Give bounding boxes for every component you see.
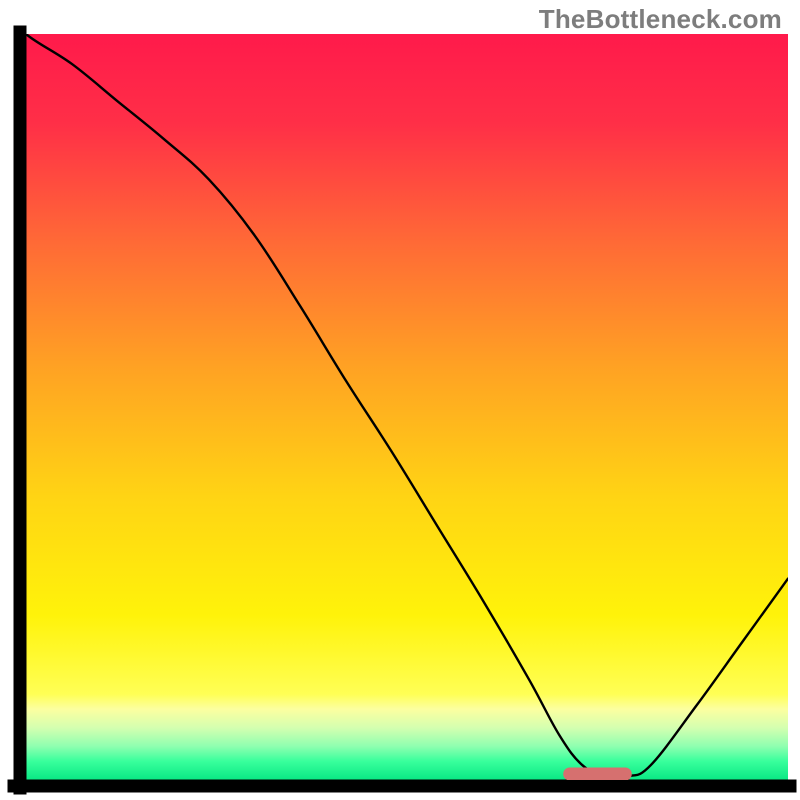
chart-stage: TheBottleneck.com — [0, 0, 800, 800]
gradient-background — [26, 34, 788, 780]
chart-svg — [0, 0, 800, 800]
green-zone-marker — [563, 768, 632, 781]
